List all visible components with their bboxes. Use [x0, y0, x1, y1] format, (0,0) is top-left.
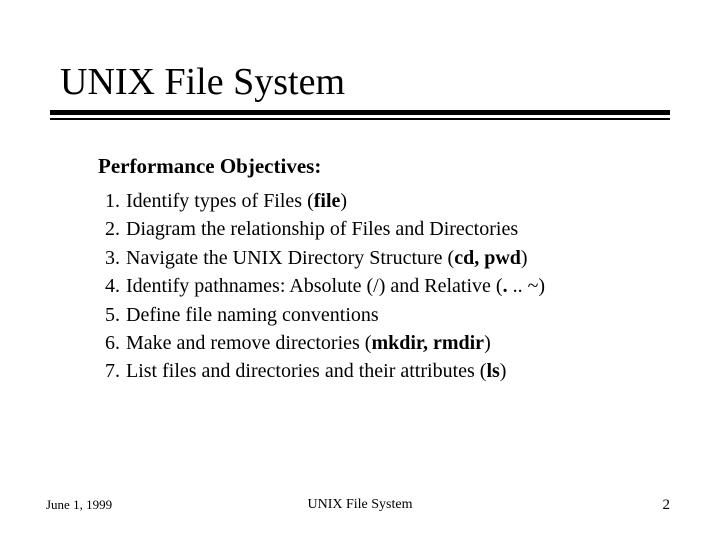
list-item: 5. Define file naming conventions	[98, 301, 650, 329]
item-text: Make and remove directories (mkdir, rmdi…	[126, 329, 650, 357]
item-number: 3.	[98, 244, 126, 272]
list-item: 6. Make and remove directories (mkdir, r…	[98, 329, 650, 357]
footer-page-number: 2	[663, 497, 671, 514]
item-number: 5.	[98, 301, 126, 329]
item-number: 2.	[98, 215, 126, 243]
list-item: 3. Navigate the UNIX Directory Structure…	[98, 244, 650, 272]
list-item: 2. Diagram the relationship of Files and…	[98, 215, 650, 243]
footer-date: June 1, 1999	[46, 497, 112, 513]
list-item: 7. List files and directories and their …	[98, 357, 650, 385]
item-text: Identify pathnames: Absolute (/) and Rel…	[126, 272, 650, 300]
item-number: 7.	[98, 357, 126, 385]
item-number: 1.	[98, 187, 126, 215]
divider-thin	[50, 118, 670, 120]
objectives-list: 1. Identify types of Files (file) 2. Dia…	[98, 187, 650, 386]
slide-title: UNIX File System	[60, 60, 670, 104]
item-number: 4.	[98, 272, 126, 300]
content-area: Performance Objectives: 1. Identify type…	[50, 154, 670, 386]
footer-title: UNIX File System	[308, 497, 413, 513]
item-text: Define file naming conventions	[126, 301, 650, 329]
item-number: 6.	[98, 329, 126, 357]
list-item: 4. Identify pathnames: Absolute (/) and …	[98, 272, 650, 300]
footer: June 1, 1999 UNIX File System 2	[0, 497, 720, 514]
list-item: 1. Identify types of Files (file)	[98, 187, 650, 215]
item-text: List files and directories and their att…	[126, 357, 650, 385]
item-text: Diagram the relationship of Files and Di…	[126, 215, 650, 243]
subheading: Performance Objectives:	[98, 154, 650, 179]
item-text: Identify types of Files (file)	[126, 187, 650, 215]
slide: UNIX File System Performance Objectives:…	[0, 0, 720, 386]
item-text: Navigate the UNIX Directory Structure (c…	[126, 244, 650, 272]
divider-thick	[50, 110, 670, 115]
